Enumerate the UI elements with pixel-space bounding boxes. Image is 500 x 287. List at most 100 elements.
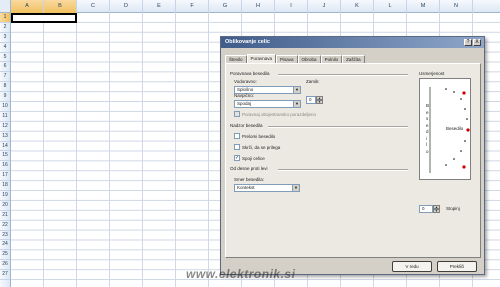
- column-header-b[interactable]: B: [44, 0, 77, 13]
- degrees-value: 0: [422, 206, 425, 211]
- column-headers: ABCDEFGHIJKLMN: [11, 0, 500, 13]
- tab-4[interactable]: Polnilo: [320, 55, 343, 63]
- tab-5[interactable]: Zaščita: [342, 55, 365, 63]
- row-header-10[interactable]: 10: [0, 102, 10, 112]
- row-header-27[interactable]: 27: [0, 270, 10, 281]
- text-control-section-title: Nadzor besedila: [230, 123, 263, 128]
- chevron-down-icon[interactable]: ▼: [293, 101, 300, 107]
- active-cell-range[interactable]: [11, 13, 77, 23]
- select-all-corner[interactable]: [0, 0, 11, 13]
- dialog-titlebar[interactable]: Oblikovanje celic: [221, 37, 484, 48]
- tab-3[interactable]: Obroba: [297, 55, 321, 63]
- row-header-3[interactable]: 3: [0, 33, 10, 43]
- row-header-22[interactable]: 22: [0, 221, 10, 231]
- row-header-17[interactable]: 17: [0, 171, 10, 182]
- justify-distributed-label: Poravnaj obojestransko porazdeljeno: [242, 112, 317, 117]
- column-header-m[interactable]: M: [407, 0, 440, 13]
- column-header-c[interactable]: C: [77, 0, 110, 13]
- row-header-26[interactable]: 26: [0, 260, 10, 271]
- ok-button[interactable]: V redu: [392, 261, 432, 272]
- row-header-14[interactable]: 14: [0, 142, 10, 152]
- row-header-13[interactable]: 13: [0, 132, 10, 142]
- column-header-l[interactable]: L: [374, 0, 407, 13]
- column-header-h[interactable]: H: [242, 0, 275, 13]
- tab-2[interactable]: Pisava: [276, 55, 298, 63]
- row-header-9[interactable]: 9: [0, 92, 10, 103]
- vertical-select[interactable]: Spodaj ▼: [234, 100, 301, 108]
- rotated-text-preview: Besedilo: [446, 126, 464, 131]
- column-header-k[interactable]: K: [341, 0, 374, 13]
- shrink-to-fit-label: Skrči, da se prilega: [242, 145, 281, 150]
- vertical-label: Navpično:: [234, 93, 255, 98]
- chevron-down-icon[interactable]: ▼: [292, 185, 299, 191]
- degrees-spin-buttons[interactable]: ▲ ▼: [433, 205, 440, 213]
- row-header-12[interactable]: 12: [0, 122, 10, 132]
- close-button[interactable]: X: [473, 39, 481, 46]
- alignment-pane: Poravnava besedila Vodoravno: Splošno ▼ …: [225, 63, 481, 258]
- column-header-d[interactable]: D: [110, 0, 143, 13]
- column-header-g[interactable]: G: [209, 0, 242, 13]
- row-header-4[interactable]: 4: [0, 43, 10, 53]
- spin-down-icon[interactable]: ▼: [316, 100, 323, 104]
- row-header-24[interactable]: 24: [0, 240, 10, 251]
- section-divider: [268, 126, 408, 128]
- justify-distributed-checkbox[interactable]: [234, 111, 240, 117]
- checkmark-icon: ✓: [235, 155, 240, 161]
- wrap-text-checkbox[interactable]: [234, 133, 240, 139]
- orientation-handle-bottom[interactable]: [462, 165, 466, 169]
- column-header-e[interactable]: E: [143, 0, 176, 13]
- dialog-tabs: Število Poravnava Pisava Obroba Polnilo Zašči…: [225, 54, 365, 63]
- row-header-6[interactable]: 6: [0, 62, 10, 73]
- degrees-label: Stopinj: [446, 206, 460, 211]
- column-header-n[interactable]: N: [440, 0, 473, 13]
- merge-cells-label: Spoji celice: [242, 156, 265, 161]
- row-header-11[interactable]: 11: [0, 112, 10, 122]
- text-direction-select[interactable]: Kontekst ▼: [234, 184, 300, 192]
- row-header-18[interactable]: 18: [0, 181, 10, 192]
- watermark: www.elektronik.si: [186, 267, 296, 281]
- row-header-25[interactable]: 25: [0, 250, 10, 261]
- text-alignment-section-title: Poravnava besedila: [230, 71, 270, 76]
- tab-1[interactable]: Poravnava: [246, 54, 277, 63]
- degrees-spinner[interactable]: 0 ▲ ▼: [419, 205, 440, 213]
- section-divider: [278, 169, 408, 171]
- orientation-handle[interactable]: [466, 128, 470, 132]
- orientation-control[interactable]: Besedilo Besedilo: [419, 78, 471, 180]
- format-cells-dialog: Oblikovanje celic ? X Število Poravnava Pi…: [220, 36, 485, 275]
- text-direction-label: Smer besedila:: [234, 177, 265, 182]
- indent-spinner[interactable]: 0 ▲ ▼: [306, 96, 323, 104]
- spin-down-icon[interactable]: ▼: [433, 209, 440, 213]
- orientation-section-title: Usmerjenost: [419, 71, 445, 76]
- row-header-2[interactable]: 2: [0, 23, 10, 33]
- indent-label: Zamik:: [306, 79, 320, 84]
- column-header-f[interactable]: F: [176, 0, 209, 13]
- column-header-i[interactable]: I: [275, 0, 308, 13]
- row-header-16[interactable]: 16: [0, 161, 10, 172]
- row-header-1[interactable]: 1: [0, 13, 10, 23]
- orientation-handle-top[interactable]: [462, 91, 466, 95]
- tab-0[interactable]: Število: [225, 55, 247, 63]
- row-header-8[interactable]: 8: [0, 82, 10, 93]
- row-header-19[interactable]: 19: [0, 191, 10, 201]
- text-direction-value: Kontekst: [237, 185, 255, 190]
- indent-spin-buttons[interactable]: ▲ ▼: [316, 96, 323, 104]
- row-header-7[interactable]: 7: [0, 72, 10, 83]
- cancel-button[interactable]: Prekliči: [437, 261, 477, 272]
- row-headers: 1 2 3 4 5 6 7 8 9 10 11 12 13 14 15 16 17 18 19 20 21 22 23 24 2…: [0, 13, 11, 287]
- chevron-down-icon[interactable]: ▼: [293, 87, 300, 93]
- rtl-section-title: Od desne proti levi: [230, 166, 268, 171]
- column-header-a[interactable]: A: [11, 0, 44, 13]
- column-header-j[interactable]: J: [308, 0, 341, 13]
- help-button[interactable]: ?: [464, 39, 472, 46]
- section-divider: [278, 74, 408, 76]
- shrink-to-fit-checkbox[interactable]: [234, 144, 240, 150]
- indent-value: 0: [309, 97, 312, 102]
- vertical-value: Spodaj: [237, 101, 252, 106]
- row-header-15[interactable]: 15: [0, 151, 10, 162]
- row-header-23[interactable]: 23: [0, 231, 10, 241]
- merge-cells-checkbox[interactable]: ✓: [234, 155, 240, 161]
- row-header-21[interactable]: 21: [0, 211, 10, 221]
- row-header-5[interactable]: 5: [0, 53, 10, 63]
- row-header-20[interactable]: 20: [0, 201, 10, 211]
- horizontal-value: Splošno: [237, 87, 254, 92]
